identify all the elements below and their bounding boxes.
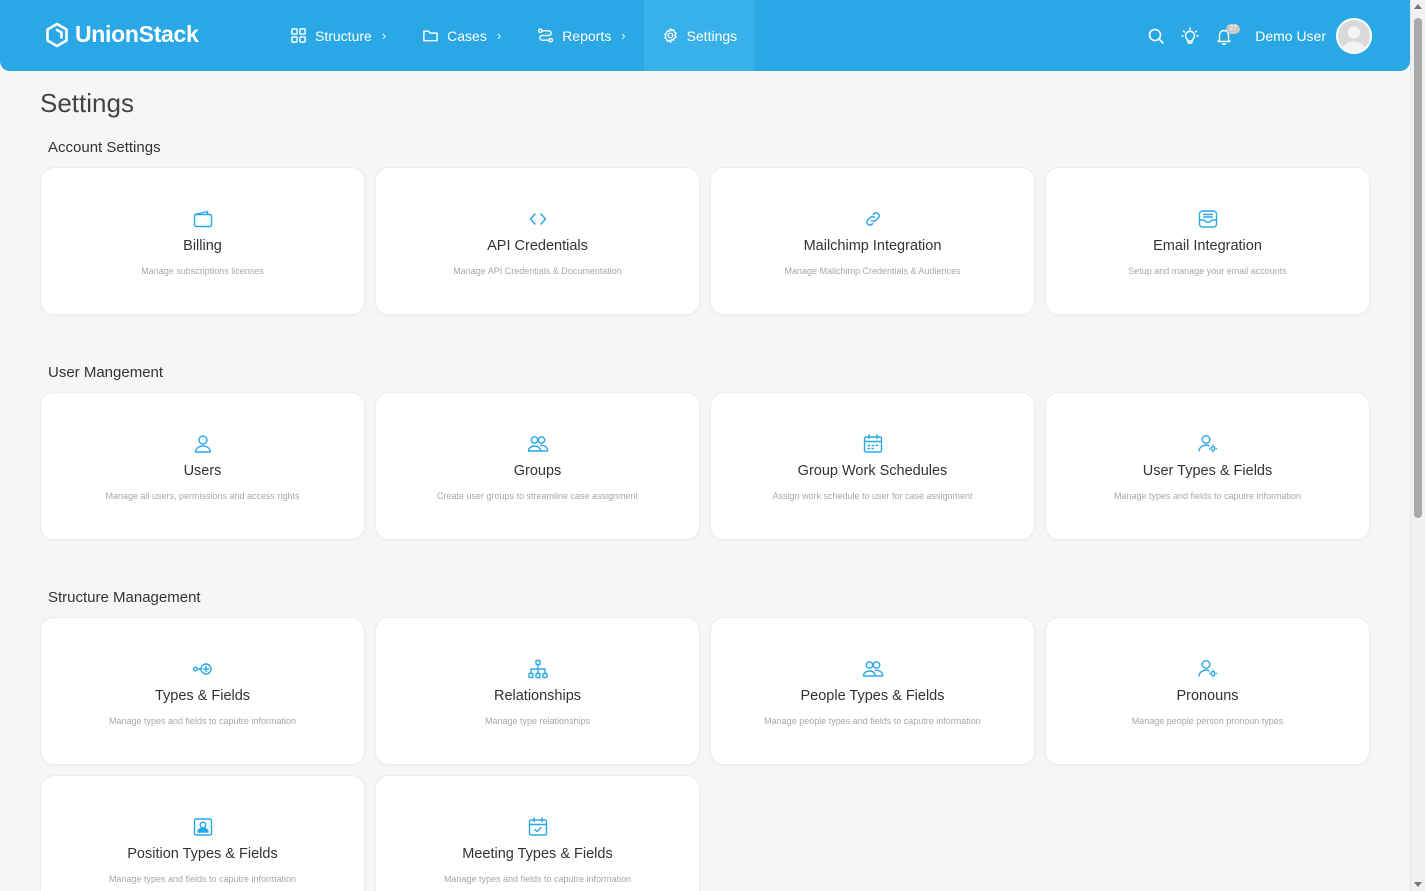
avatar[interactable] xyxy=(1336,17,1372,54)
grid-icon xyxy=(291,28,306,43)
nav-cases-label: Cases xyxy=(447,27,487,44)
card-mailchimp-integration[interactable]: Mailchimp Integration Manage Mailchimp C… xyxy=(710,167,1035,315)
card-title: Mailchimp Integration xyxy=(803,238,942,254)
scroll-up-arrow-icon[interactable] xyxy=(1414,4,1422,9)
card-relationships[interactable]: Relationships Manage type relationships xyxy=(375,617,700,765)
chevron-right-icon: › xyxy=(621,28,626,43)
hierarchy-icon xyxy=(527,659,548,679)
unionstack-logo-icon xyxy=(46,22,68,47)
search-button[interactable] xyxy=(1139,19,1173,53)
structure-management-grid: Types & Fields Manage types and fields t… xyxy=(40,617,1370,891)
card-description: Assign work schedule to user for case as… xyxy=(772,491,973,501)
user-management-grid: Users Manage all users, permissions and … xyxy=(40,392,1370,540)
user-icon xyxy=(194,435,211,453)
card-position-types-fields[interactable]: Position Types & Fields Manage types and… xyxy=(40,775,365,891)
users-icon xyxy=(862,661,883,677)
card-description: Manage people types and fields to caputr… xyxy=(764,716,981,726)
folder-icon xyxy=(423,30,438,42)
user-settings-icon xyxy=(1197,435,1217,453)
card-title: Billing xyxy=(183,238,222,254)
card-email-integration[interactable]: Email Integration Setup and manage your … xyxy=(1045,167,1370,315)
code-icon xyxy=(529,213,546,225)
scrollbar-thumb[interactable] xyxy=(1414,18,1422,518)
card-groups[interactable]: Groups Create user groups to streamline … xyxy=(375,392,700,540)
card-users[interactable]: Users Manage all users, permissions and … xyxy=(40,392,365,540)
card-title: Position Types & Fields xyxy=(127,846,278,862)
users-icon xyxy=(527,436,548,452)
card-group-work-schedules[interactable]: Group Work Schedules Assign work schedul… xyxy=(710,392,1035,540)
card-pronouns[interactable]: Pronouns Manage people person pronoun ty… xyxy=(1045,617,1370,765)
card-types-fields[interactable]: Types & Fields Manage types and fields t… xyxy=(40,617,365,765)
brand-logo[interactable]: UnionStack xyxy=(45,21,199,48)
calendar-check-icon xyxy=(528,817,547,836)
link-icon xyxy=(865,212,880,226)
calendar-icon xyxy=(863,434,882,453)
top-navigation-bar: UnionStack Structure › Cases › Reports ›… xyxy=(0,0,1410,71)
lightbulb-icon xyxy=(1181,26,1199,44)
nav-structure[interactable]: Structure › xyxy=(272,0,404,71)
route-icon xyxy=(538,28,554,43)
vertical-scrollbar[interactable] xyxy=(1410,0,1425,891)
section-title-user-management: User Mangement xyxy=(48,364,164,381)
card-description: Manage types and fields to caputre infor… xyxy=(443,874,632,884)
card-description: Manage people person pronoun types xyxy=(1131,716,1284,726)
card-description: Manage types and fields to caputre infor… xyxy=(108,874,297,884)
avatar-placeholder-icon xyxy=(1338,19,1370,52)
card-title: Pronouns xyxy=(1176,688,1239,704)
user-settings-icon xyxy=(1197,660,1217,678)
card-description: Create user groups to streamline case as… xyxy=(436,491,639,501)
card-api-credentials[interactable]: API Credentials Manage API Credentials &… xyxy=(375,167,700,315)
add-node-icon xyxy=(192,663,212,675)
nav-cases[interactable]: Cases › xyxy=(404,0,519,71)
card-description: Manage all users, permissions and access… xyxy=(105,491,300,501)
card-description: Setup and manage your email accounts xyxy=(1128,266,1287,276)
user-name[interactable]: Demo User xyxy=(1255,28,1326,44)
chevron-right-icon: › xyxy=(381,28,387,43)
card-title: Group Work Schedules xyxy=(797,463,948,479)
card-title: Users xyxy=(183,463,222,479)
card-title: Meeting Types & Fields xyxy=(462,846,613,862)
card-title: Relationships xyxy=(493,688,582,704)
card-billing[interactable]: Billing Manage subscriptions licenses xyxy=(40,167,365,315)
nav-reports[interactable]: Reports › xyxy=(519,0,643,71)
section-title-structure-management: Structure Management xyxy=(48,589,201,606)
id-badge-icon xyxy=(193,818,212,836)
gear-icon xyxy=(663,28,677,43)
nav-reports-label: Reports xyxy=(562,27,612,44)
card-title: People Types & Fields xyxy=(800,688,945,704)
inbox-icon xyxy=(1198,210,1217,228)
card-title: Types & Fields xyxy=(154,688,251,704)
nav-settings[interactable]: Settings xyxy=(643,0,756,71)
page-title: Settings xyxy=(40,88,134,118)
card-description: Manage API Credentials & Documentation xyxy=(453,266,622,276)
topbar-actions: 27 Demo User xyxy=(1139,0,1372,71)
tips-button[interactable] xyxy=(1173,19,1207,53)
notification-badge: 27 xyxy=(1226,23,1240,34)
card-people-types-fields[interactable]: People Types & Fields Manage people type… xyxy=(710,617,1035,765)
card-description: Manage subscriptions licenses xyxy=(141,266,264,276)
card-description: Manage types and fields to caputre infor… xyxy=(1113,491,1302,501)
card-description: Manage Mailchimp Credentials & Audiences xyxy=(784,266,961,276)
nav-structure-label: Structure xyxy=(315,27,372,44)
chevron-right-icon: › xyxy=(496,28,502,43)
card-title: Groups xyxy=(513,463,562,479)
nav-settings-label: Settings xyxy=(686,27,738,44)
notifications-button[interactable]: 27 xyxy=(1207,19,1241,53)
card-title: API Credentials xyxy=(487,238,588,254)
card-description: Manage types and fields to caputre infor… xyxy=(108,716,297,726)
search-icon xyxy=(1148,28,1165,44)
card-title: Email Integration xyxy=(1153,238,1262,254)
main-nav: Structure › Cases › Reports › Settings xyxy=(272,0,756,71)
card-title: User Types & Fields xyxy=(1142,463,1273,479)
card-meeting-types-fields[interactable]: Meeting Types & Fields Manage types and … xyxy=(375,775,700,891)
wallet-icon xyxy=(193,210,212,228)
card-user-types-fields[interactable]: User Types & Fields Manage types and fie… xyxy=(1045,392,1370,540)
card-description: Manage type relationships xyxy=(484,716,591,726)
scroll-down-arrow-icon[interactable] xyxy=(1414,882,1422,887)
section-title-account-settings: Account Settings xyxy=(48,139,161,156)
account-settings-grid: Billing Manage subscriptions licenses AP… xyxy=(40,167,1370,315)
brand-name: UnionStack xyxy=(75,21,199,47)
